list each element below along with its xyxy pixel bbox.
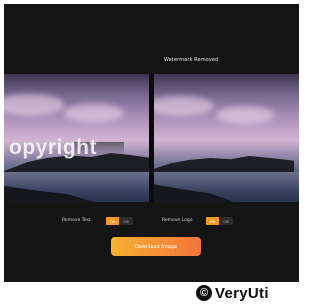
cloud <box>64 104 124 122</box>
remove-logo-off[interactable]: Off <box>219 217 233 225</box>
remove-logo-label: Remove Logo <box>162 218 193 223</box>
original-image-pane: opyright <box>4 74 149 202</box>
remove-logo-on[interactable]: On <box>206 217 219 225</box>
remove-text-toggle[interactable]: On Off <box>106 217 133 225</box>
copyright-watermark: opyright <box>9 136 97 159</box>
watermark-removed-title: Watermark Removed <box>164 57 219 63</box>
options-bar: Remove Text On Off Remove Logo On Off <box>4 217 299 227</box>
remove-logo-toggle[interactable]: On Off <box>206 217 233 225</box>
remove-text-on[interactable]: On <box>106 217 119 225</box>
remove-text-label: Remove Text <box>62 218 91 223</box>
cloud <box>216 106 274 124</box>
copyright-icon: © <box>196 285 212 301</box>
download-image-button[interactable]: Download Image <box>111 237 201 256</box>
brand-logo: © VeryUti <box>196 283 269 303</box>
app-frame: Watermark Removed opyright Remove Text O… <box>4 4 299 282</box>
cloud <box>4 94 64 116</box>
remove-text-off[interactable]: Off <box>119 217 133 225</box>
cloud <box>154 96 214 116</box>
result-image-pane <box>154 74 299 202</box>
brand-name: VeryUti <box>215 284 269 302</box>
